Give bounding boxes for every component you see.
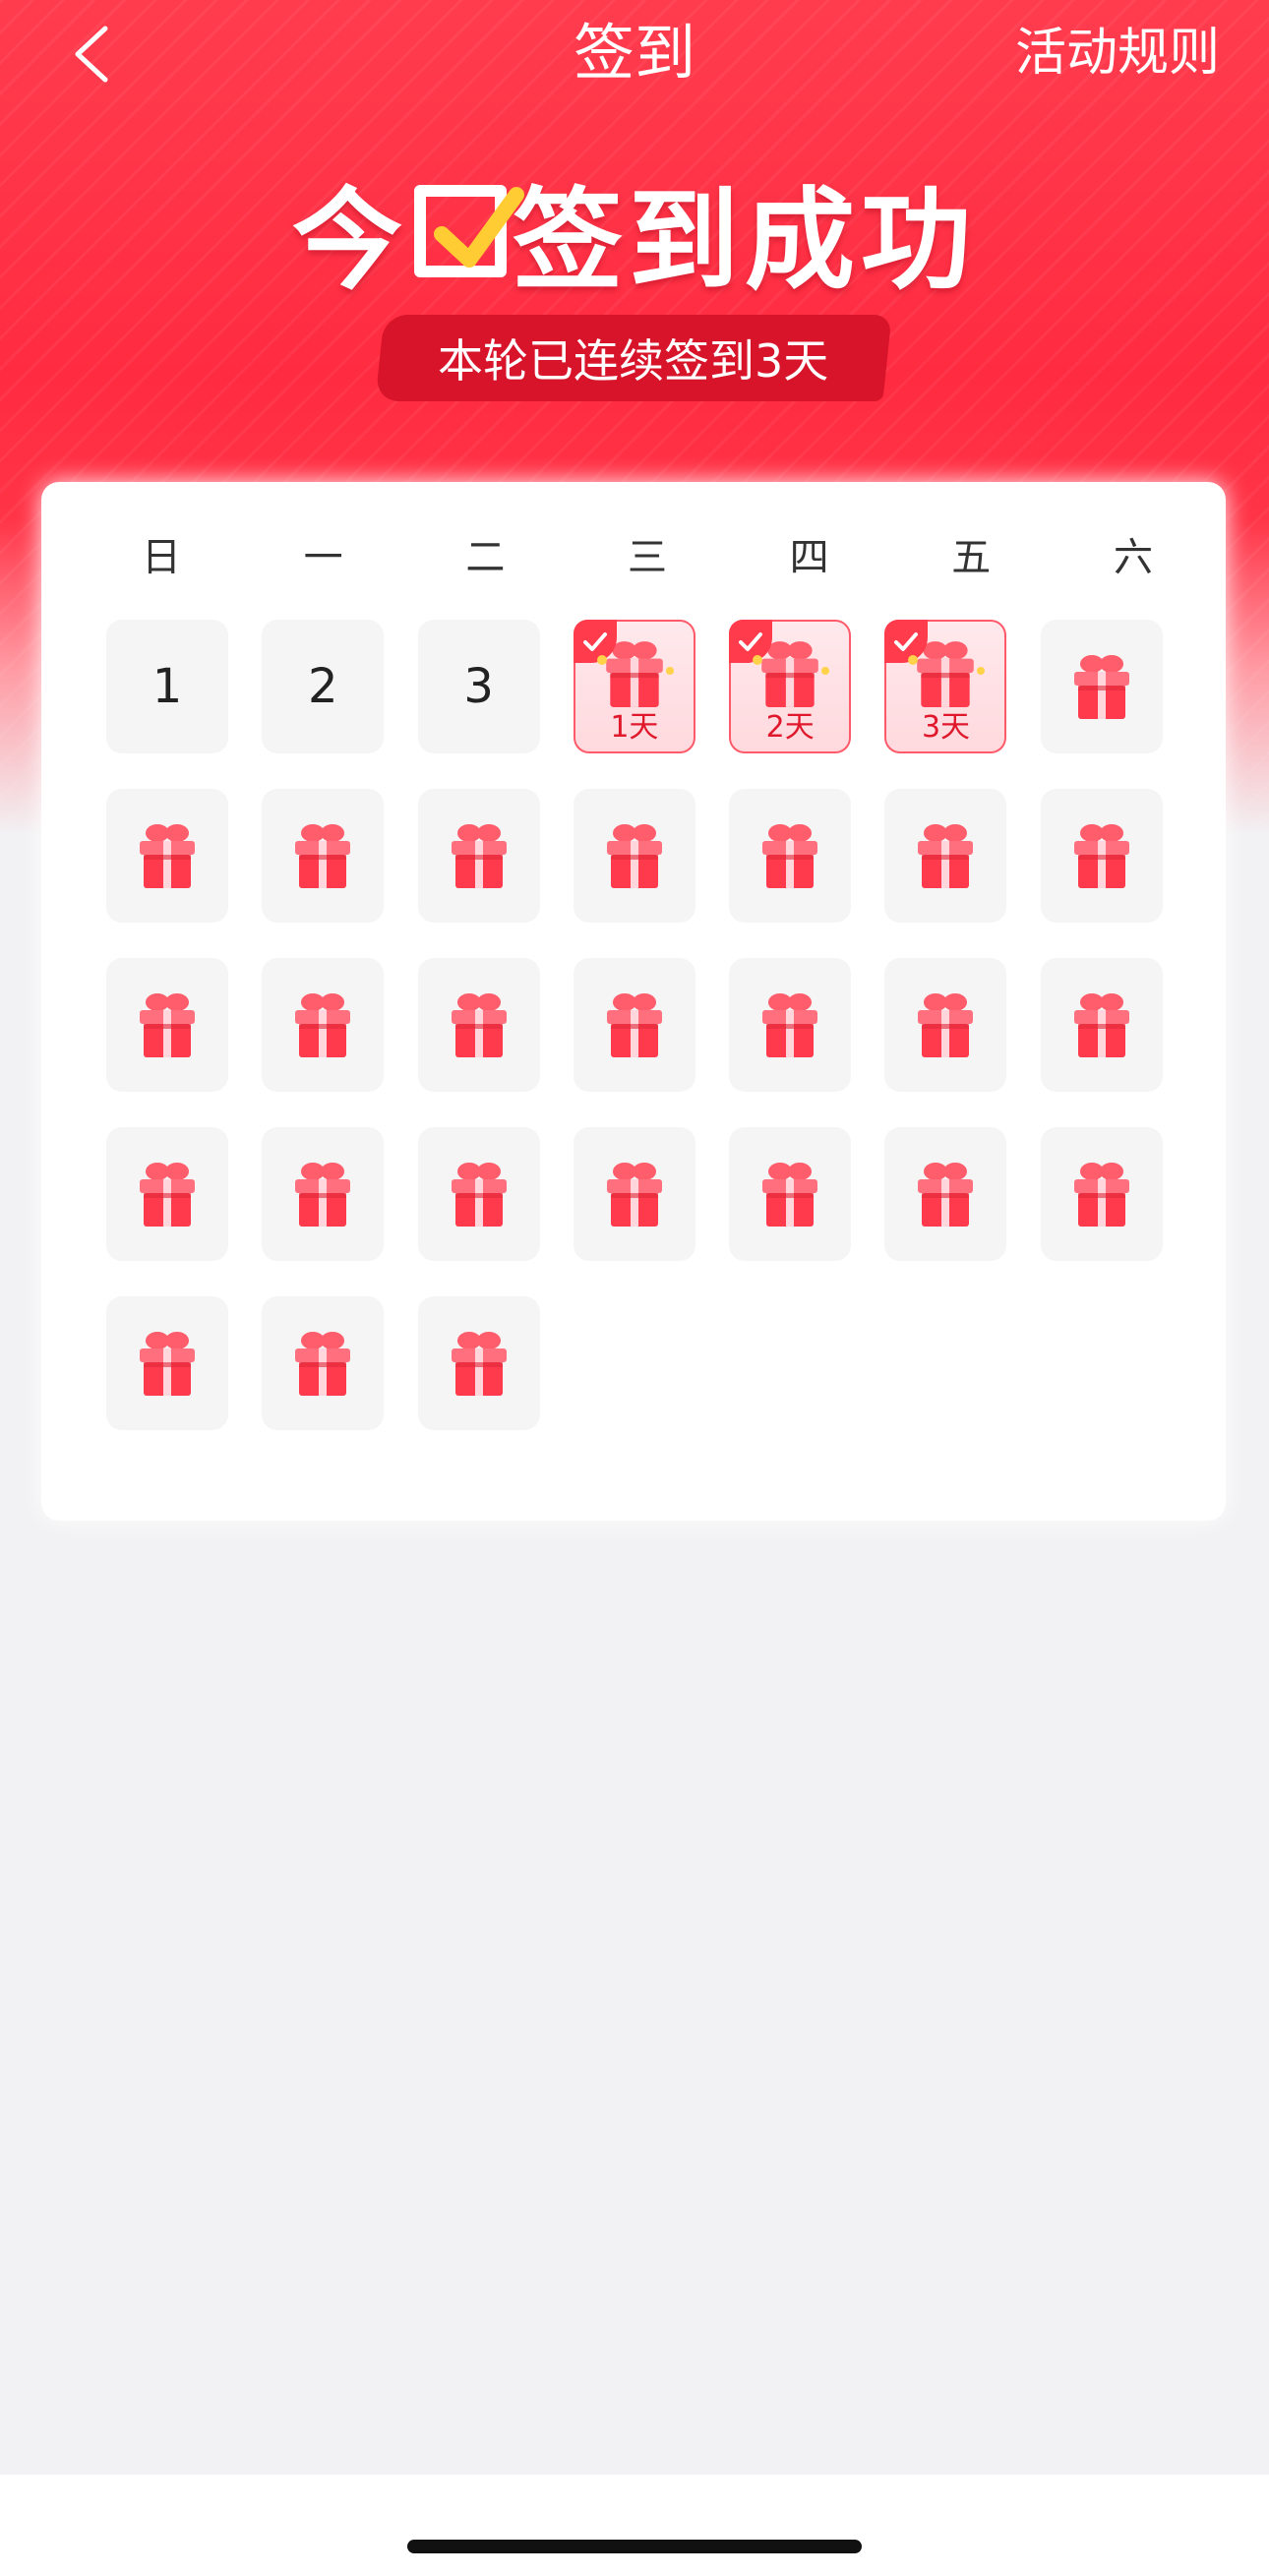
gift-icon [451,824,507,888]
calendar-day-past[interactable]: 2 [262,620,385,753]
calendar-day-reward[interactable] [573,1127,695,1261]
weekday-label: 六 [1113,535,1153,580]
day-number: 1 [151,659,183,714]
gift-icon [606,1163,662,1227]
calendar-day-reward[interactable] [573,958,695,1092]
calendar-day-reward[interactable] [106,958,228,1092]
check-icon [894,632,919,651]
calendar-day-reward[interactable] [106,789,228,923]
calendar-day-reward[interactable] [729,1127,852,1261]
gift-icon [762,824,818,888]
gift-icon [762,993,818,1057]
calendar-day-reward[interactable] [106,1127,228,1261]
gift-icon [140,1163,195,1227]
calendar-day-reward[interactable] [884,789,1007,923]
home-indicator[interactable] [407,2540,862,2553]
calendar-day-reward[interactable] [262,958,385,1092]
calendar-day-reward[interactable] [417,1127,540,1261]
weekday-label: 日 [142,535,181,580]
calendar-day-reward[interactable] [729,958,852,1092]
calendar-day-reward[interactable] [417,1296,540,1430]
streak-text: 本轮已连续签到3天 [438,334,829,388]
weekday-label: 二 [465,535,506,580]
calendar-day-checked[interactable]: 1天 [573,620,695,753]
calendar-day-past[interactable]: 1 [106,620,228,753]
calendar-day-reward[interactable] [884,958,1007,1092]
day-number: 3 [463,659,494,714]
gift-icon [295,824,351,888]
gift-icon [451,993,507,1057]
calendar-day-reward[interactable] [729,789,852,923]
streak-day-label: 3天 [921,710,971,745]
check-icon [739,632,763,651]
calendar-grid: 1 2 3 1天 2天 3天 [106,620,1208,1430]
gift-icon [1073,824,1129,888]
calendar-day-reward[interactable] [262,1296,385,1430]
gift-icon [295,1332,351,1396]
calendar-day-reward[interactable] [1040,958,1163,1092]
success-text-part2: 签到成功 [513,177,977,305]
checkbox-check-icon [414,185,524,277]
weekday-header: 日一二三四五六 [100,523,1194,592]
sparkle-decoration [596,655,607,665]
calendar-day-past[interactable]: 3 [417,620,540,753]
calendar-day-reward[interactable] [106,1296,228,1430]
gift-icon [451,1163,507,1227]
gift-icon [606,993,662,1057]
gift-icon [1073,655,1129,719]
streak-day-label: 1天 [610,710,659,745]
calendar-day-reward[interactable] [417,958,540,1092]
check-icon [582,632,607,651]
calendar-day-reward[interactable] [262,789,385,923]
gift-icon [1073,1163,1129,1227]
calendar-day-reward[interactable] [417,789,540,923]
calendar-day-reward[interactable] [1040,620,1163,753]
gift-icon [295,993,351,1057]
calendar-day-reward[interactable] [1040,789,1163,923]
streak-day-label: 2天 [765,710,815,745]
day-number: 2 [308,659,338,714]
calendar-day-reward[interactable] [1040,1127,1163,1261]
calendar-card: 日 一 二 三 四 五 六 1 2 3 1天 2天 3天 [41,482,1226,1521]
calendar-day-checked[interactable]: 3天 [884,620,1007,753]
gift-icon [1073,993,1129,1057]
weekday-label: 五 [951,535,992,580]
gift-icon [140,993,195,1057]
calendar-day-checked[interactable]: 2天 [729,620,852,753]
gift-icon [762,1163,818,1227]
gift-icon [918,1163,974,1227]
gift-icon [918,824,974,888]
calendar-day-reward[interactable] [262,1127,385,1261]
weekday-label: 三 [627,535,667,580]
navbar: 签到 活动规则 [0,0,1269,108]
gift-icon [140,824,195,888]
sparkle-decoration [665,667,674,675]
success-text-part1: 今 [292,177,408,305]
sparkle-decoration [821,667,830,675]
gift-icon [606,824,662,888]
gift-icon [918,993,974,1057]
activity-rules-link[interactable]: 活动规则 [1015,16,1220,90]
streak-badge: 本轮已连续签到3天 [375,315,892,401]
checkin-success-banner: 今 签到成功 [0,167,1269,305]
gift-icon [451,1332,507,1396]
calendar-day-reward[interactable] [573,789,695,923]
weekday-label: 一 [303,535,343,580]
gift-icon [140,1332,195,1396]
calendar-day-reward[interactable] [884,1127,1007,1261]
gift-icon [295,1163,351,1227]
weekday-label: 四 [789,535,829,580]
bottom-safe-area [0,2475,1269,2576]
sparkle-decoration [977,667,986,675]
